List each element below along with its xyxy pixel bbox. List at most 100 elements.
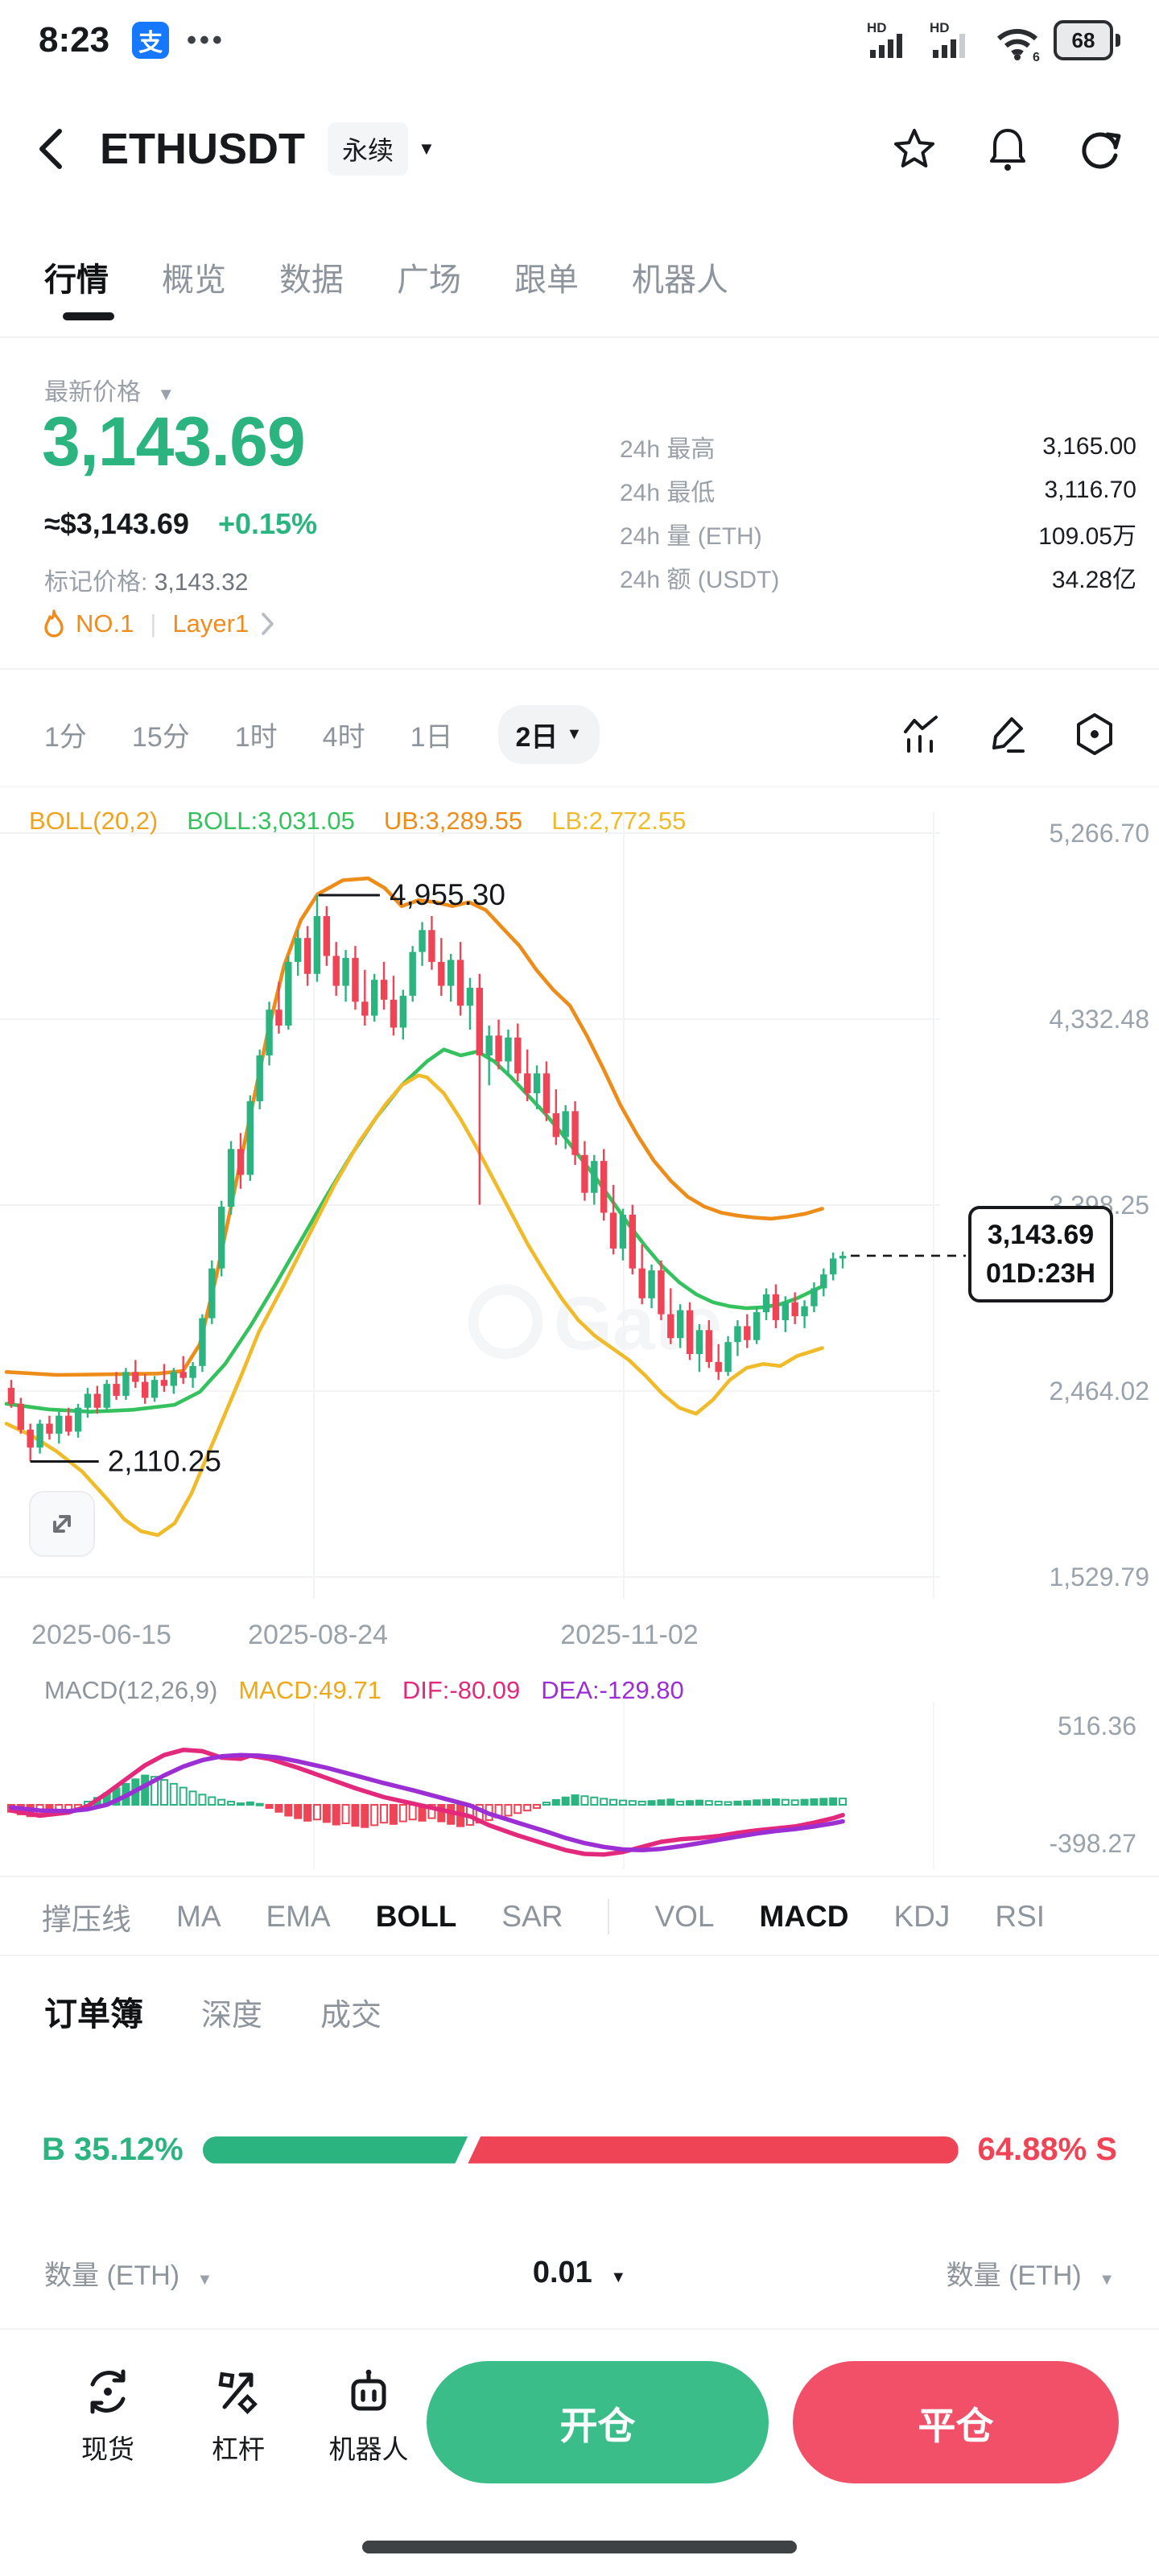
tab-overview[interactable]: 概览: [162, 254, 226, 300]
svg-text:4,955.30: 4,955.30: [390, 878, 505, 911]
back-icon[interactable]: [35, 125, 68, 173]
svg-text:HD: HD: [930, 20, 950, 35]
cellular-signal-2-icon: HD: [930, 20, 965, 58]
tf-15m[interactable]: 15分: [132, 715, 190, 754]
candlestick-chart[interactable]: Gate 5,266.70 4,332.48 3,398.25 2,464.02 1,52…: [0, 789, 1159, 1666]
stats-24h: 24h 最高 3,165.00 24h 最低 3,116.70 24h 量 (ETH…: [620, 425, 1136, 599]
divider: [0, 668, 1159, 670]
contract-dropdown-caret[interactable]: ▼: [418, 138, 435, 159]
clock: 8:23: [39, 20, 110, 60]
quantity-row: 数量 (ETH) ▼ 0.01 ▼ 数量 (ETH) ▼: [0, 2244, 1159, 2301]
separator: |: [150, 609, 157, 638]
trading-app-screen: 8:23 支 ••• HD HD 6 68 ETHUSDT 永续 ▼ 行情 概览…: [0, 0, 1159, 2576]
stat-row-low: 24h 最低 3,116.70: [620, 477, 1136, 506]
svg-text:2025-06-15: 2025-06-15: [31, 1620, 171, 1650]
svg-text:2025-11-02: 2025-11-02: [560, 1620, 698, 1650]
indicator-kdj[interactable]: KDJ: [894, 1900, 951, 1934]
tab-copy-trading[interactable]: 跟单: [514, 254, 579, 300]
tick-size-select[interactable]: 0.01 ▼: [0, 2256, 1159, 2290]
svg-text:4,332.48: 4,332.48: [1049, 1005, 1149, 1034]
tab-depth[interactable]: 深度: [201, 1990, 262, 2034]
buy-ratio-label: B 35.12%: [42, 2132, 184, 2167]
active-tab-underline: [63, 312, 114, 320]
indicator-ema[interactable]: EMA: [266, 1900, 331, 1934]
svg-text:2025-08-24: 2025-08-24: [248, 1620, 388, 1650]
notification-dots-icon: •••: [187, 24, 225, 56]
favorite-star-icon[interactable]: [892, 126, 937, 171]
nav-tabs: 行情 概览 数据 广场 跟单 机器人: [0, 217, 1159, 336]
tab-trades[interactable]: 成交: [320, 1990, 382, 2034]
draw-pencil-icon[interactable]: [988, 714, 1028, 754]
orderbook-tabs: 订单簿 深度 成交: [44, 1987, 382, 2035]
fullscreen-expand-button[interactable]: [29, 1491, 95, 1557]
stat-row-volume: 24h 量 (ETH) 109.05万: [620, 523, 1136, 550]
indicator-sar[interactable]: SAR: [501, 1900, 563, 1934]
sector-label: Layer1: [172, 609, 250, 638]
tf-4h[interactable]: 4时: [323, 715, 365, 754]
stat-row-turnover: 24h 额 (USDT) 34.28亿: [620, 567, 1136, 593]
tab-data[interactable]: 数据: [279, 254, 344, 300]
refresh-share-icon[interactable]: [1079, 126, 1124, 171]
tf-1m[interactable]: 1分: [44, 715, 87, 754]
indicator-tab-row: 撑压线 MA EMA BOLL SAR VOL MACD KDJ RSI: [0, 1877, 1159, 1956]
svg-text:2,110.25: 2,110.25: [108, 1444, 221, 1477]
svg-text:HD: HD: [867, 20, 887, 35]
macd-panel[interactable]: MACD(12,26,9) MACD:49.71 DIF:-80.09 DEA:…: [0, 1666, 1159, 1876]
macd-axis-max: 516.36: [1058, 1711, 1136, 1740]
header: ETHUSDT 永续 ▼: [0, 80, 1159, 217]
boll-params: BOLL(20,2): [29, 807, 159, 835]
rank-label: NO.1: [76, 609, 134, 638]
indicator-boll[interactable]: BOLL: [376, 1900, 457, 1934]
flame-icon: [44, 609, 64, 638]
close-position-button[interactable]: 平仓: [793, 2361, 1119, 2483]
buy-ratio-bar: [203, 2136, 468, 2164]
indicator-macd[interactable]: MACD: [760, 1900, 849, 1934]
indicator-rsi[interactable]: RSI: [995, 1900, 1045, 1934]
change-percent: +0.15%: [217, 507, 318, 540]
status-bar: 8:23 支 ••• HD HD 6 68: [0, 0, 1159, 80]
svg-text:5,266.70: 5,266.70: [1049, 819, 1149, 848]
timeframe-row: 1分 15分 1时 4时 1日 2日 ▼: [0, 686, 1159, 782]
tab-orderbook[interactable]: 订单簿: [44, 1987, 143, 2035]
svg-text:2,464.02: 2,464.02: [1049, 1377, 1149, 1406]
indicator-supportline[interactable]: 撑压线: [42, 1895, 131, 1938]
margin-label: 杠杆: [212, 2434, 265, 2464]
divider: [0, 786, 1159, 787]
indicator-group-divider: [608, 1899, 610, 1934]
spot-shortcut[interactable]: 现货: [52, 2367, 164, 2467]
tab-bots[interactable]: 机器人: [632, 254, 728, 300]
battery-level: 68: [1071, 27, 1095, 52]
indicator-vol[interactable]: VOL: [654, 1900, 714, 1934]
rank-row[interactable]: NO.1 | Layer1: [42, 609, 276, 639]
divider: [0, 2328, 1159, 2330]
tf-1d[interactable]: 1日: [410, 715, 453, 754]
current-price-tag: 3,143.69 01D:23H: [968, 1206, 1113, 1302]
macd-chart-canvas: [6, 1702, 934, 1869]
alipay-icon: 支: [132, 22, 170, 59]
bot-shortcut[interactable]: 机器人: [312, 2367, 425, 2467]
tab-square[interactable]: 广场: [397, 254, 461, 300]
mark-price-row: 标记价格: 3,143.32: [44, 569, 249, 596]
open-position-button[interactable]: 开仓: [427, 2361, 769, 2483]
divider: [0, 1955, 1159, 1956]
expand-arrows-icon: [53, 1515, 71, 1533]
alert-bell-icon[interactable]: [987, 126, 1029, 172]
svg-text:6: 6: [1033, 51, 1040, 61]
battery-icon: 68: [1054, 20, 1120, 60]
boll-lb-value: LB:2,772.55: [551, 807, 687, 835]
margin-shortcut[interactable]: 杠杆: [182, 2367, 295, 2467]
tf-1h[interactable]: 1时: [235, 715, 278, 754]
boll-mid-value: BOLL:3,031.05: [187, 807, 355, 835]
wifi-icon: 6: [996, 29, 1040, 61]
svg-text:1,529.79: 1,529.79: [1049, 1563, 1149, 1591]
usd-price-row: ≈$3,143.69 +0.15%: [44, 507, 317, 541]
tf-active-2d[interactable]: 2日 ▼: [497, 704, 600, 764]
robot-icon: [351, 2369, 386, 2411]
sell-ratio-bar: [468, 2136, 959, 2164]
indicator-ma[interactable]: MA: [176, 1900, 221, 1934]
tab-quotes[interactable]: 行情: [44, 254, 109, 300]
chart-settings-icon[interactable]: [1074, 712, 1115, 756]
indicator-chart-icon[interactable]: [901, 714, 941, 754]
home-indicator[interactable]: [362, 2541, 797, 2553]
contract-type-badge[interactable]: 永续: [328, 122, 409, 175]
